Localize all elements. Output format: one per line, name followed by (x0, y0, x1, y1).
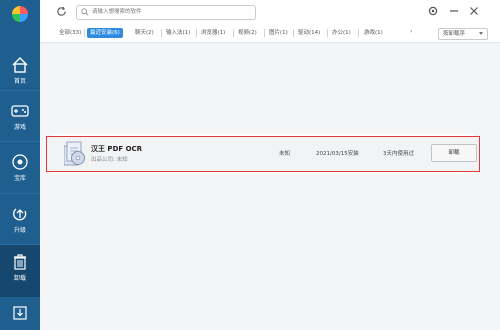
gamepad-icon (11, 105, 29, 117)
sidebar-item-label: 卸载 (13, 275, 26, 282)
sidebar-item-uninstall[interactable]: 卸载 (0, 245, 40, 297)
close-icon[interactable] (468, 5, 480, 17)
sort-label: 按卸载序 (443, 31, 466, 37)
tab-driver[interactable]: 驱动(14) (298, 29, 320, 37)
tab-image[interactable]: 图片(1) (269, 29, 288, 37)
tab-separator (196, 29, 197, 37)
tab-recent-install[interactable]: 最近安装(6) (87, 28, 123, 38)
app-logo-icon (12, 6, 28, 22)
tab-all[interactable]: 全部(33) (59, 29, 81, 37)
tab-video[interactable]: 视频(2) (238, 29, 257, 37)
home-icon (12, 57, 28, 73)
sidebar-item-label: 首页 (13, 78, 26, 85)
search-icon (81, 8, 89, 16)
sidebar-item-upgrade[interactable]: 升级 (0, 197, 40, 249)
tab-separator (161, 29, 162, 37)
minimize-icon[interactable] (448, 5, 460, 17)
sidebar-item-home[interactable]: 首页 (0, 48, 40, 100)
app-size: 未知 (279, 151, 291, 157)
sidebar-item-label: 宝库 (13, 175, 26, 182)
tab-separator (264, 29, 265, 37)
search-box[interactable] (76, 5, 256, 20)
tab-browser[interactable]: 浏览器(1) (201, 29, 225, 37)
sidebar-divider (0, 141, 40, 142)
sidebar-item-label: 升级 (13, 227, 26, 234)
app-publisher: 出品公司: 未知 (91, 157, 128, 163)
tab-separator (358, 29, 359, 37)
upgrade-icon (13, 208, 27, 221)
search-input[interactable] (92, 6, 247, 18)
sidebar-item-treasure[interactable]: 宝库 (0, 145, 40, 197)
sidebar: 首页 游戏 宝库 升级 卸载 (0, 0, 40, 330)
sort-dropdown[interactable]: 按卸载序 (438, 28, 488, 40)
treasure-icon (12, 154, 28, 170)
chevron-down-icon (479, 32, 483, 35)
sidebar-divider (0, 193, 40, 194)
app-name: 汉王 PDF OCR (91, 145, 143, 153)
app-install-date: 2021/03/15安装 (316, 151, 359, 157)
sidebar-item-label: 游戏 (13, 124, 26, 131)
tab-office[interactable]: 办公(1) (332, 29, 351, 37)
tab-separator (84, 29, 85, 37)
tab-separator (293, 29, 294, 37)
app-usage: 3天内使用过 (383, 151, 414, 157)
uninstall-button[interactable]: 卸载 (431, 144, 477, 162)
tab-chat[interactable]: 聊天(2) (135, 29, 154, 37)
refresh-icon[interactable] (56, 6, 67, 17)
tab-separator (233, 29, 234, 37)
app-row[interactable]: 汉王 PDF OCR 出品公司: 未知 未知 2021/03/15安装 3天内使… (46, 136, 480, 172)
tabs-scroll-right-icon[interactable]: › (410, 28, 412, 35)
download-icon[interactable] (13, 306, 27, 320)
category-tabs: 全部(33) 最近安装(6) 聊天(2) 输入法(1) 浏览器(1) 视频(2)… (40, 24, 500, 43)
tab-input-method[interactable]: 输入法(1) (166, 29, 190, 37)
top-bar (40, 0, 500, 24)
settings-icon[interactable] (427, 5, 439, 17)
tab-separator (327, 29, 328, 37)
app-icon (64, 141, 85, 166)
sidebar-item-games[interactable]: 游戏 (0, 94, 40, 146)
tab-games[interactable]: 游戏(1) (364, 29, 383, 37)
trash-icon (14, 254, 26, 270)
sidebar-divider (0, 90, 40, 91)
